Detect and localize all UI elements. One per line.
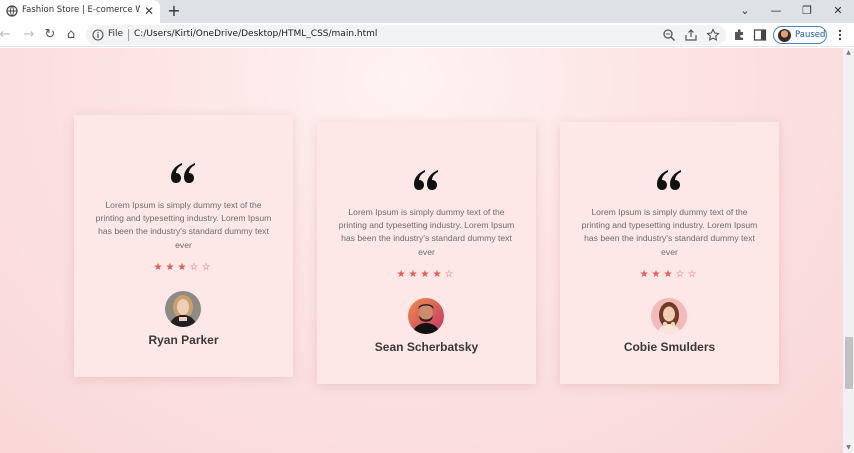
browser-tab[interactable]: Fashion Store | E-comerce Websi ✕ (0, 0, 160, 23)
quote-icon (657, 170, 681, 190)
star-rating: ★★★☆☆ (153, 262, 214, 273)
side-panel-icon[interactable] (753, 28, 767, 42)
tab-search-chevron-icon[interactable]: ⌄ (735, 2, 755, 20)
testimonial-text: Lorem Ipsum is simply dummy text of the … (581, 207, 758, 257)
close-window-button[interactable]: ✕ (828, 2, 848, 20)
avatar (408, 298, 444, 334)
avatar (165, 291, 201, 327)
scroll-down-arrow-icon[interactable]: ▼ (843, 443, 854, 453)
testimonial-text: Lorem Ipsum is simply dummy text of the … (95, 200, 272, 250)
testimonial-card: Lorem Ipsum is simply dummy text of the … (317, 122, 536, 384)
extensions-icon[interactable] (732, 28, 746, 42)
woman-portrait-icon (651, 298, 687, 334)
page-viewport: Lorem Ipsum is simply dummy text of the … (0, 48, 843, 453)
url-text[interactable]: C:/Users/Kirti/OneDrive/Desktop/HTML_CSS… (134, 29, 377, 39)
scroll-up-arrow-icon[interactable]: ▲ (843, 48, 854, 58)
restore-button[interactable]: ❐ (797, 2, 817, 20)
quote-icon (414, 170, 438, 190)
home-button[interactable]: ⌂ (62, 26, 80, 44)
address-bar[interactable]: File C:/Users/Kirti/OneDrive/Desktop/HTM… (86, 25, 726, 45)
back-button[interactable]: ← (0, 26, 14, 44)
forward-button[interactable]: → (20, 26, 38, 44)
bookmark-star-icon[interactable] (706, 28, 720, 42)
share-icon[interactable] (684, 28, 698, 42)
profile-button[interactable]: Paused (773, 26, 827, 44)
testimonial-name: Cobie Smulders (623, 340, 716, 354)
address-scheme-label: File (108, 29, 124, 39)
tab-strip: Fashion Store | E-comerce Websi ✕ + ⌄ — … (0, 0, 854, 23)
star-rating: ★★★☆☆ (639, 269, 700, 280)
new-tab-button[interactable]: + (166, 2, 182, 20)
reload-button[interactable]: ↻ (41, 26, 59, 44)
testimonial-text: Lorem Ipsum is simply dummy text of the … (338, 207, 515, 257)
avatar (651, 298, 687, 334)
address-divider (128, 29, 129, 41)
man-portrait-icon (408, 298, 444, 334)
testimonial-name: Ryan Parker (148, 333, 219, 347)
profile-avatar (778, 29, 791, 42)
tab-title: Fashion Store | E-comerce Websi (22, 5, 140, 15)
globe-icon (6, 5, 18, 17)
profile-status: Paused (795, 30, 826, 40)
menu-icon[interactable] (833, 28, 847, 42)
quote-icon (171, 163, 195, 183)
info-icon[interactable] (92, 29, 104, 41)
woman-portrait-icon (165, 291, 201, 327)
testimonial-name: Sean Scherbatsky (374, 340, 479, 354)
scrollbar-thumb[interactable] (845, 337, 853, 389)
tab-close-icon[interactable]: ✕ (142, 3, 156, 19)
zoom-icon[interactable] (662, 28, 676, 42)
testimonial-card: Lorem Ipsum is simply dummy text of the … (560, 122, 779, 384)
star-rating: ★★★★☆ (396, 269, 457, 280)
testimonial-card: Lorem Ipsum is simply dummy text of the … (74, 115, 293, 377)
browser-toolbar: ← → ↻ ⌂ File C:/Users/Kirti/OneDrive/Des… (0, 23, 854, 47)
minimize-button[interactable]: — (766, 2, 786, 20)
vertical-scrollbar[interactable]: ▲ ▼ (843, 48, 854, 453)
